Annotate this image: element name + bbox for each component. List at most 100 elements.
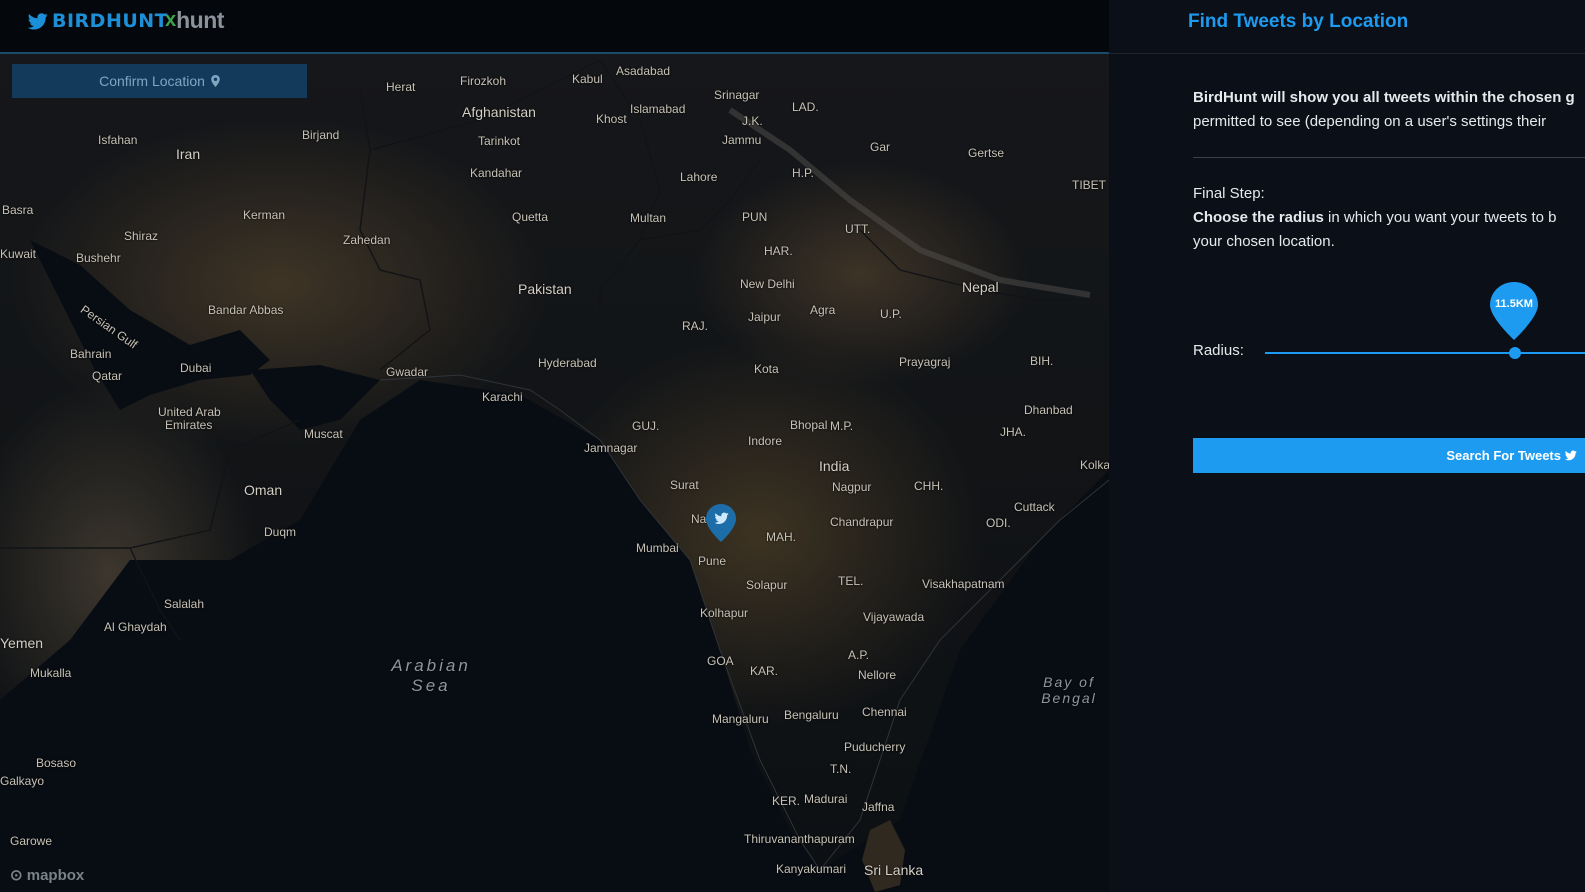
map-label: Pune: [698, 554, 727, 568]
map-label: PUN: [742, 210, 768, 224]
xhunt-logo[interactable]: x hunt: [165, 7, 224, 34]
map-label: Oman: [244, 482, 283, 498]
intro-bold: BirdHunt will show you all tweets within…: [1193, 89, 1575, 106]
map-label: Indore: [748, 434, 783, 448]
map-label: Kerman: [243, 208, 286, 222]
radius-label: Radius:: [1193, 342, 1244, 359]
map-label: Herat: [386, 80, 416, 94]
confirm-location-label: Confirm Location: [99, 73, 205, 89]
step-rest: in which you want your tweets to b: [1323, 209, 1557, 226]
map-label: Bandar Abbas: [208, 303, 284, 317]
map-label: Kuwait: [0, 247, 37, 261]
map-label: Salalah: [164, 597, 205, 611]
final-step-text: Final Step: Choose the radius in which y…: [1193, 182, 1556, 254]
map-label: Solapur: [746, 578, 788, 592]
map-label: New Delhi: [740, 277, 795, 291]
map-label: Mumbai: [636, 541, 679, 555]
map-label: Mukalla: [30, 666, 72, 680]
map-label: Puducherry: [844, 740, 906, 754]
twitter-bird-icon: [1565, 450, 1577, 461]
map-label: Iran: [176, 146, 201, 162]
map-label: Qatar: [92, 369, 123, 383]
map-label: Birjand: [302, 128, 340, 142]
map-marker-icon[interactable]: [706, 504, 736, 542]
top-bar: BIRDHUNT x hunt: [0, 0, 1109, 54]
map-label: Jaipur: [748, 310, 781, 324]
map-label: Dhanbad: [1024, 403, 1073, 417]
map-label: Gar: [870, 140, 891, 154]
map-label: Vijayawada: [863, 610, 925, 624]
map-label: Bhopal: [790, 418, 828, 432]
search-button-label: Search For Tweets: [1446, 448, 1561, 463]
map-label: Agra: [810, 303, 836, 317]
map-label: Islamabad: [630, 102, 686, 116]
map-label: Bosaso: [36, 756, 77, 770]
step-bold: Choose the radius: [1193, 209, 1324, 226]
map-label: Jamnagar: [584, 441, 638, 455]
map-label: Garowe: [10, 834, 53, 848]
map-label: U.P.: [880, 307, 902, 321]
map-label: Dubai: [180, 361, 212, 375]
map-label: Mangaluru: [712, 712, 769, 726]
map-label: T.N.: [830, 762, 852, 776]
map-label: Thiruvananthapuram: [744, 832, 855, 846]
map-label: MAH.: [766, 530, 796, 544]
logo-text: BIRDHUNT: [52, 10, 169, 32]
map-label: Al Ghaydah: [104, 620, 167, 634]
map-label: Arabian Sea: [391, 656, 471, 695]
map-label: RAJ.: [682, 319, 709, 333]
map-geography: [0, 54, 1109, 892]
map-label: Afghanistan: [462, 104, 536, 120]
panel-divider: [1109, 53, 1585, 54]
map-label: Lahore: [680, 170, 718, 184]
radius-slider-track[interactable]: [1265, 352, 1585, 354]
map-label: Emirates: [165, 418, 213, 432]
map-label: Muscat: [304, 427, 343, 441]
map-label: Bahrain: [70, 347, 112, 361]
map-label: Firozkoh: [460, 74, 507, 88]
map-label: Gertse: [968, 146, 1005, 160]
search-for-tweets-button[interactable]: Search For Tweets: [1193, 438, 1585, 473]
map-label: M.P.: [830, 419, 854, 433]
map-label: Galkayo: [0, 774, 45, 788]
map-label: Multan: [630, 211, 667, 225]
mapbox-attribution-text: mapbox: [26, 867, 85, 884]
map-label: A.P.: [848, 648, 870, 662]
mapbox-attribution[interactable]: ⊙ mapbox: [10, 866, 84, 884]
map-label: Hyderabad: [538, 356, 597, 370]
map-label: Bushehr: [76, 251, 121, 265]
map-label: Bengaluru: [784, 708, 839, 722]
map-label: Chandrapur: [830, 515, 894, 529]
birdhunt-logo[interactable]: BIRDHUNT: [28, 10, 168, 32]
twitter-bird-icon: [28, 12, 48, 29]
map-label: Nellore: [858, 668, 897, 682]
map-label: CHH.: [914, 479, 944, 493]
map-label: Kabul: [572, 72, 603, 86]
map-label: HAR.: [764, 244, 793, 258]
map-label: Karachi: [482, 390, 523, 404]
map-label: J.K.: [742, 114, 763, 128]
map-label: KER.: [772, 794, 801, 808]
map-label: Shiraz: [124, 229, 159, 243]
radius-slider-thumb[interactable]: [1509, 347, 1521, 359]
map-canvas[interactable]: Herat Firozkoh Kabul Asadabad Afghanista…: [0, 54, 1109, 892]
map-label: Kanyakumari: [776, 862, 847, 876]
map-label: Basra: [2, 203, 34, 217]
panel-title: Find Tweets by Location: [1188, 11, 1409, 32]
map-label: Prayagraj: [899, 355, 951, 369]
radius-value: 11.5KM: [1495, 298, 1533, 310]
map-label: Jammu: [722, 133, 762, 147]
intro-text: BirdHunt will show you all tweets within…: [1193, 86, 1585, 134]
xhunt-wordmark: hunt: [176, 7, 224, 33]
map-label: BIH.: [1030, 354, 1054, 368]
step-title: Final Step:: [1193, 185, 1265, 202]
confirm-location-button[interactable]: Confirm Location: [12, 64, 307, 98]
map-label: Kandahar: [470, 166, 523, 180]
map-label: KAR.: [750, 664, 779, 678]
map-label: Khost: [596, 112, 627, 126]
map-label: JHA.: [1000, 425, 1027, 439]
map-label: Kolkata: [1080, 458, 1109, 472]
map-label: Zahedan: [343, 233, 391, 247]
map-label: TEL.: [838, 574, 864, 588]
section-divider: [1193, 157, 1585, 158]
